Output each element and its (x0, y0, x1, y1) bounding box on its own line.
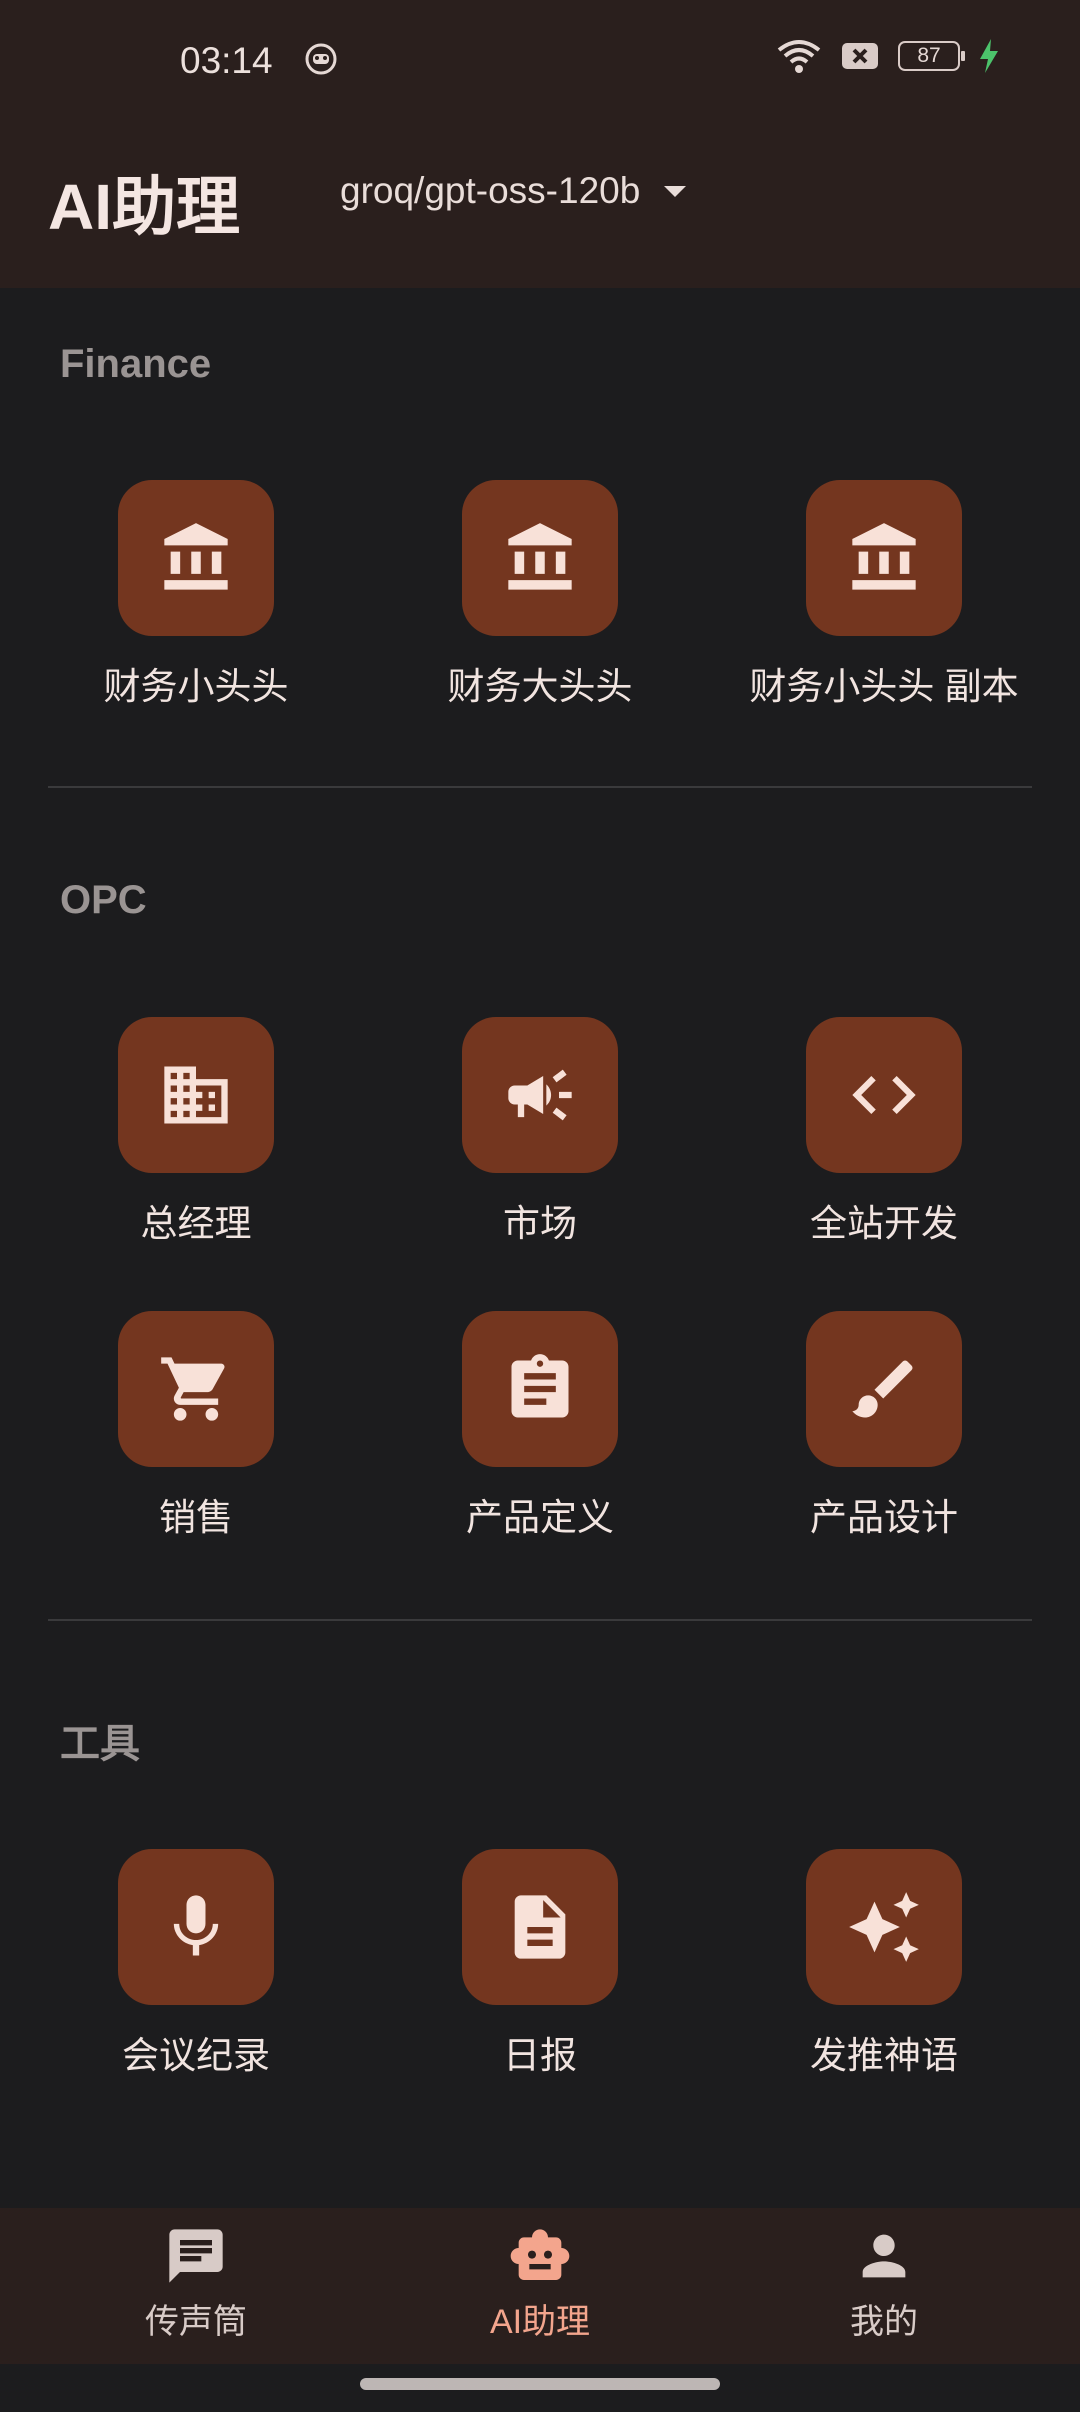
tile-label: 市场 (503, 1203, 577, 1244)
bank-icon (462, 480, 618, 636)
tile-label: 财务小头头 (103, 666, 289, 707)
assistant-tile[interactable]: 产品设计 (724, 1311, 1044, 1541)
wifi-icon (777, 40, 821, 73)
assistant-tile[interactable]: 发推神语 (724, 1849, 1044, 2079)
dropdown-arrow-icon (664, 185, 687, 197)
model-selector-dropdown[interactable]: groq/gpt-oss-120b (340, 170, 687, 212)
brush-icon (806, 1311, 962, 1467)
assistant-tile[interactable]: 会议纪录 (36, 1849, 356, 2079)
section-title-opc: OPC (60, 878, 147, 922)
assistant-tile[interactable]: 全站开发 (724, 1017, 1044, 1247)
tile-label: 会议纪录 (122, 2035, 270, 2076)
assistant-tile[interactable]: 日报 (380, 1849, 700, 2079)
chat-icon (169, 2229, 223, 2283)
tile-label: 销售 (159, 1497, 233, 1538)
section-divider (48, 786, 1032, 788)
code-icon (806, 1017, 962, 1173)
tile-label: 总经理 (140, 1203, 252, 1244)
assistant-tile[interactable]: 市场 (380, 1017, 700, 1247)
clipboard-icon (462, 1311, 618, 1467)
tile-label: 全站开发 (810, 1203, 958, 1244)
nav-item-broadcast[interactable]: 传声筒 (46, 2224, 346, 2343)
notification-face-icon (305, 43, 337, 75)
nav-label: AI助理 (489, 2303, 591, 2341)
assistant-tile[interactable]: 销售 (36, 1311, 356, 1541)
assistant-tile[interactable]: 财务小头头 副本 (724, 480, 1044, 710)
robot-icon (510, 2229, 570, 2280)
nav-label: 我的 (850, 2303, 918, 2341)
bank-icon (118, 480, 274, 636)
person-icon (862, 2234, 906, 2278)
tile-label: 产品设计 (810, 1497, 958, 1538)
section-divider (48, 1619, 1032, 1621)
nav-item-ai-assistant[interactable]: AI助理 (390, 2224, 690, 2343)
model-name: groq/gpt-oss-120b (340, 170, 641, 211)
page-title: AI助理 (48, 171, 240, 243)
office-building-icon (118, 1017, 274, 1173)
nav-label: 传声筒 (145, 2303, 247, 2341)
assistant-tile[interactable]: 财务大头头 (380, 480, 700, 710)
tile-label: 日报 (503, 2035, 577, 2076)
microphone-icon (118, 1849, 274, 2005)
tile-label: 发推神语 (810, 2035, 958, 2076)
tile-label: 产品定义 (466, 1497, 614, 1538)
status-bar: 03:14 87 (0, 0, 1080, 118)
section-title-tools: 工具 (60, 1722, 140, 1766)
bottom-navigation: 传声筒 AI助理 我的 (0, 2208, 1080, 2364)
gesture-handle[interactable] (360, 2378, 720, 2390)
assistant-tile[interactable]: 产品定义 (380, 1311, 700, 1541)
document-icon (462, 1849, 618, 2005)
shopping-cart-icon (118, 1311, 274, 1467)
no-sim-icon (842, 43, 878, 69)
assistant-tile[interactable]: 财务小头头 (36, 480, 356, 710)
app-bar: AI助理 groq/gpt-oss-120b (0, 118, 1080, 288)
battery-indicator: 87 (898, 41, 965, 71)
tile-label: 财务大头头 (447, 666, 633, 707)
nav-item-profile[interactable]: 我的 (734, 2224, 1034, 2343)
megaphone-icon (462, 1017, 618, 1173)
tile-label: 财务小头头 副本 (749, 666, 1019, 707)
section-title-finance: Finance (60, 342, 212, 386)
bank-icon (806, 480, 962, 636)
assistant-tile[interactable]: 总经理 (36, 1017, 356, 1247)
charging-icon (980, 39, 998, 73)
status-time: 03:14 (180, 40, 273, 81)
sparkles-icon (806, 1849, 962, 2005)
